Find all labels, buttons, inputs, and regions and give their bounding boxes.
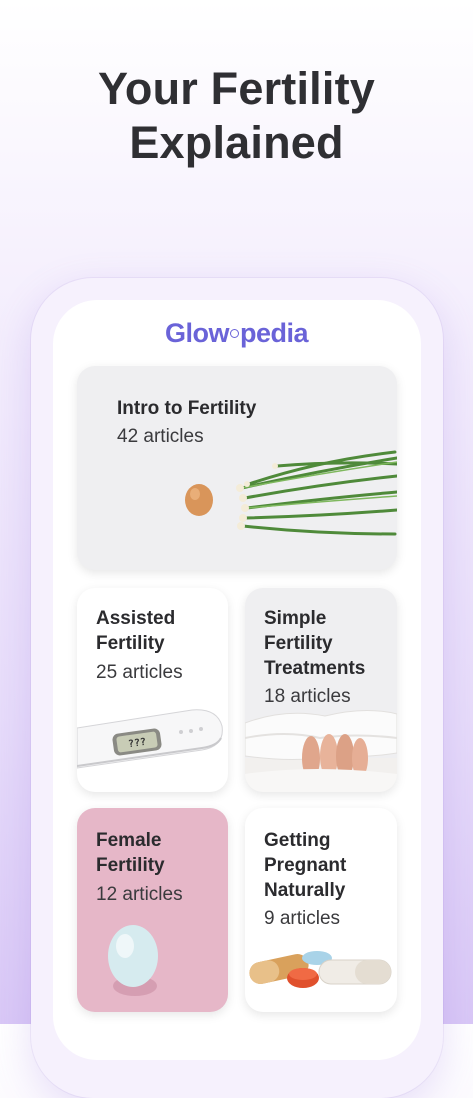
pregnancy-test-icon: ??? [77,709,223,769]
headline-line-1: Your Fertility [98,63,375,114]
egg-icon [108,925,158,996]
category-card-intro-to-fertility[interactable]: Intro to Fertility 42 articles [77,366,397,570]
category-card-getting-pregnant-naturally[interactable]: Getting Pregnant Naturally 9 articles [245,808,397,1012]
feet-under-sheets-icon [245,709,397,792]
category-card-assisted-fertility[interactable]: Assisted Fertility 25 articles ??? [77,588,228,792]
headline: Your Fertility Explained [0,62,473,170]
category-card-simple-fertility-treatments[interactable]: Simple Fertility Treatments 18 articles [245,588,397,792]
headline-line-2: Explained [129,117,344,168]
logo-dot [229,329,239,339]
logo-part-1: Glow [164,318,230,348]
glowpedia-logo: Glow pedia [0,318,473,349]
pills-icon [249,951,392,988]
egg-and-sprouts-icon [185,450,397,536]
logo-part-2: pedia [239,318,309,348]
category-card-female-fertility[interactable]: Female Fertility 12 articles [77,808,228,1012]
